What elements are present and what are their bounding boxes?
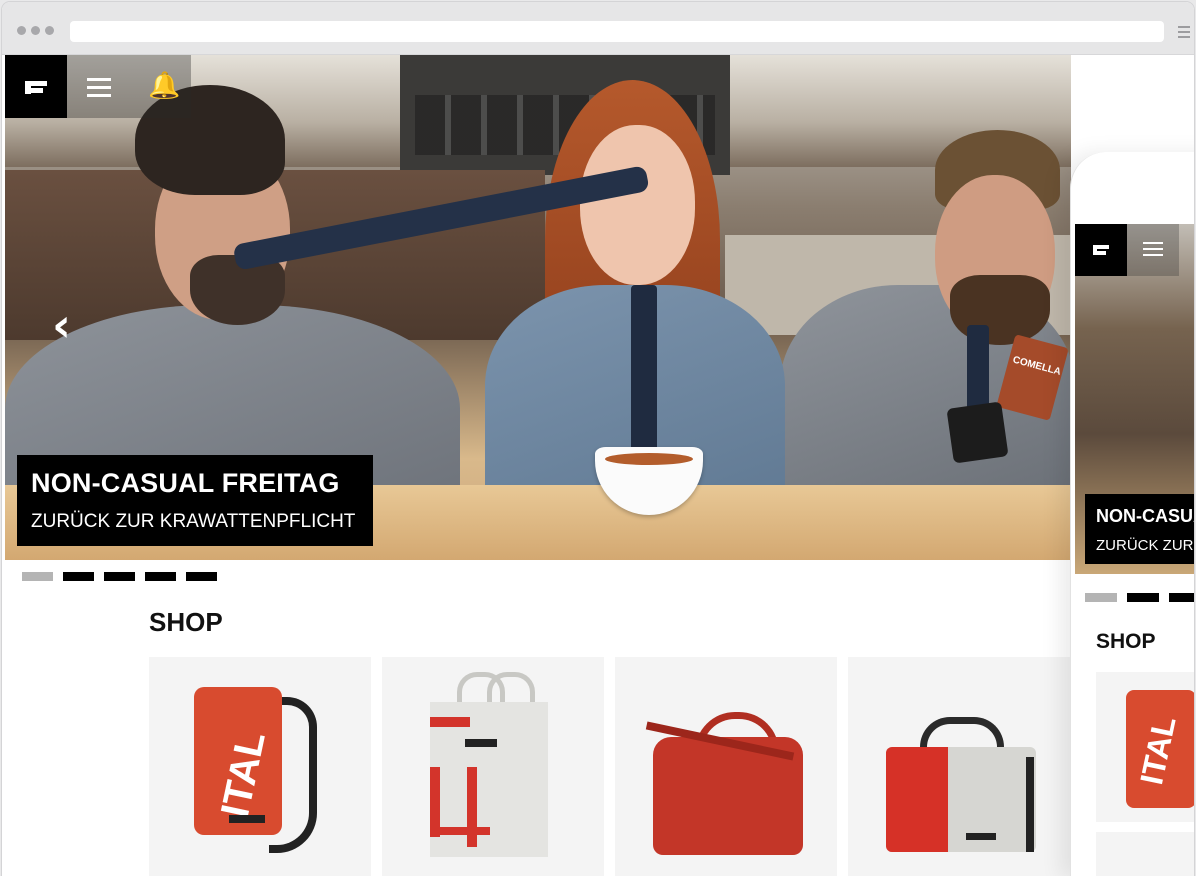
shop-title: SHOP: [149, 607, 223, 637]
mobile-preview: NON-CASUA ZURÜCK ZUR SHOP ITAL: [1070, 152, 1194, 876]
product-card-backpack[interactable]: ITAL: [149, 657, 371, 876]
address-bar[interactable]: [70, 21, 1164, 42]
mobile-hero-caption[interactable]: NON-CASUA ZURÜCK ZUR: [1085, 494, 1194, 564]
bell-icon: 🔔: [148, 71, 181, 101]
notification-button[interactable]: 🔔: [129, 55, 191, 118]
product-card-messenger[interactable]: [848, 657, 1070, 876]
window-controls[interactable]: [17, 26, 54, 35]
slide-dot-3[interactable]: [104, 572, 135, 581]
slide-dot-2[interactable]: [63, 572, 94, 581]
mobile-product-card-2[interactable]: [1096, 832, 1194, 876]
browser-window: COMELLA 🔔 ‹ NON-CASUAL FREITAG ZURÜCK ZU…: [2, 2, 1194, 876]
product-card-duffel[interactable]: [615, 657, 837, 876]
hero-title: NON-CASUAL FREITAG: [31, 468, 340, 498]
mobile-hero[interactable]: NON-CASUA ZURÜCK ZUR: [1075, 224, 1194, 574]
product-grid: ITAL: [149, 657, 1070, 876]
mobile-product-card-backpack[interactable]: ITAL: [1096, 672, 1194, 822]
hero-slideshow[interactable]: COMELLA 🔔 ‹ NON-CASUAL FREITAG ZURÜCK ZU…: [5, 55, 1071, 560]
mobile-hero-title: NON-CASUA: [1096, 506, 1194, 526]
site-navbar: 🔔: [5, 55, 191, 118]
mobile-slide-dot-2[interactable]: [1127, 593, 1159, 602]
mobile-slide-dot-1[interactable]: [1085, 593, 1117, 602]
hero-caption[interactable]: NON-CASUAL FREITAG ZURÜCK ZUR KRAWATTENP…: [17, 455, 373, 546]
hero-subtitle: ZURÜCK ZUR KRAWATTENPFLICHT: [31, 511, 356, 532]
mobile-menu-button[interactable]: [1127, 224, 1179, 276]
hamburger-icon: [87, 78, 111, 102]
mobile-slide-pager: [1085, 593, 1194, 602]
browser-toolbar: [2, 2, 1194, 55]
menu-button[interactable]: [67, 55, 129, 118]
mobile-navbar: [1075, 224, 1179, 276]
smartphone: [946, 401, 1009, 464]
freitag-logo-icon[interactable]: [1075, 224, 1127, 276]
freitag-logo-icon[interactable]: [5, 55, 67, 118]
product-card-tote[interactable]: [382, 657, 604, 876]
slide-dot-4[interactable]: [145, 572, 176, 581]
slide-pager: [22, 572, 217, 581]
mobile-shop-title: SHOP: [1096, 630, 1156, 653]
browser-menu-icon[interactable]: [1178, 26, 1190, 41]
hamburger-icon: [1143, 242, 1163, 260]
mobile-hero-subtitle: ZURÜCK ZUR: [1096, 537, 1194, 554]
chevron-left-icon[interactable]: ‹: [52, 302, 71, 348]
slide-dot-1[interactable]: [22, 572, 53, 581]
mobile-slide-dot-3[interactable]: [1169, 593, 1194, 602]
slide-dot-5[interactable]: [186, 572, 217, 581]
